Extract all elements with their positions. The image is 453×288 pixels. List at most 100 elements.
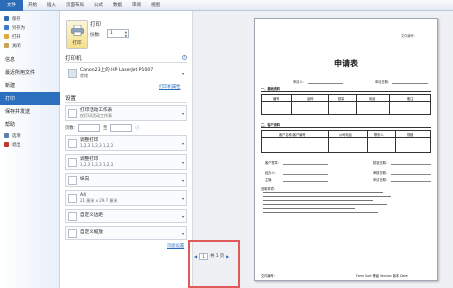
nav-options-label: 选项	[12, 133, 21, 139]
nav-exit[interactable]: 退出	[0, 140, 59, 149]
next-page-icon[interactable]: ▶	[226, 254, 229, 259]
printer-properties-link[interactable]: 打印机属性	[159, 84, 180, 90]
chevron-down-icon: ▾	[181, 230, 184, 236]
rule	[261, 127, 431, 128]
note-line	[263, 196, 391, 197]
scaling-value: 自定义缩放	[80, 230, 103, 236]
nav-save-label: 保存	[12, 16, 21, 22]
apply-date-label: 申请日期:	[375, 80, 389, 84]
options-icon	[4, 133, 9, 138]
divider	[65, 102, 187, 103]
print-what-desc: 仅打印活动工作表	[80, 113, 112, 118]
col-header: 备注	[407, 97, 414, 101]
nav-save[interactable]: 保存	[0, 14, 59, 23]
page-setup-link[interactable]: 页面设置	[167, 243, 184, 249]
chevron-down-icon: ▾	[181, 213, 184, 219]
nav-save-as[interactable]: 另存为	[0, 23, 59, 32]
note-line	[263, 212, 378, 213]
nav-new[interactable]: 新建	[0, 79, 59, 92]
nav-print[interactable]: 打印	[0, 92, 60, 105]
nav-options[interactable]: 选项	[0, 131, 59, 140]
nav-help[interactable]: 帮助	[0, 118, 59, 131]
nav-recent[interactable]: 最近所用文件	[0, 66, 59, 79]
tab-insert[interactable]: 插入	[42, 0, 61, 11]
collate-order-icon	[68, 157, 77, 167]
print-button[interactable]: 打印	[66, 20, 88, 49]
col-header: 数量	[338, 97, 345, 101]
orientation-dropdown[interactable]: 纵向 ▾	[65, 173, 187, 187]
sig-label: 客户签章:	[265, 161, 279, 165]
collate-order-dropdown[interactable]: 调整打印 1,2,3 1,2,3 1,2,3 ▾	[65, 154, 187, 170]
prev-page-icon[interactable]: ◀	[194, 254, 197, 259]
scaling-dropdown[interactable]: 自定义缩放 ▾	[65, 226, 187, 240]
save-icon	[4, 16, 9, 21]
tab-formulas[interactable]: 公式	[89, 0, 108, 11]
margins-dropdown[interactable]: 自定义边距 ▾	[65, 209, 187, 223]
current-page-input[interactable]: 1	[199, 252, 209, 260]
collate-dropdown[interactable]: 调整打印 1,2,3 1,2,3 1,2,3 ▾	[65, 135, 187, 151]
underline	[391, 164, 431, 165]
chevron-down-icon: ▾	[181, 159, 184, 165]
table-col-line	[328, 130, 329, 153]
page-navigator: ◀ 1 共 1 页 ▶	[194, 252, 238, 260]
sig-label: 核准日期:	[373, 161, 387, 165]
table-col-line	[328, 94, 329, 115]
printer-dropdown[interactable]: Canon23上的 HP LaserJet P1007 就绪 ▾	[65, 65, 187, 81]
excel-backstage-print: 文件 开始 插入 页面布局 公式 数据 审阅 视图 保存 另存为 打开 关闭 信…	[0, 0, 453, 288]
tab-data[interactable]: 数据	[108, 0, 127, 11]
backstage-nav: 保存 另存为 打开 关闭 信息 最近所用文件 新建 打印 保存并发送 帮助 选项…	[0, 11, 60, 288]
info-icon[interactable]: i	[182, 55, 187, 60]
tab-view[interactable]: 视图	[146, 0, 165, 11]
info-icon[interactable]: ⓘ	[135, 125, 139, 131]
underline	[391, 174, 431, 175]
worksheet-icon	[68, 108, 77, 118]
copies-input[interactable]: 1 ▲ ▼	[107, 29, 129, 38]
nav-close[interactable]: 关闭	[0, 41, 59, 50]
nav-close-label: 关闭	[12, 43, 21, 49]
pages-label: 页数:	[65, 125, 76, 131]
tab-page-layout[interactable]: 页面布局	[61, 0, 89, 11]
table-col-line	[356, 94, 357, 115]
divider	[65, 62, 187, 63]
table-col-line	[367, 130, 368, 153]
document-title: 申请表	[334, 58, 358, 68]
collate-icon	[68, 138, 77, 148]
tab-review[interactable]: 审阅	[127, 0, 146, 11]
footer-right: Form Sort 等级 Version 版本 Date	[356, 274, 408, 278]
table-row-line	[261, 137, 431, 138]
pages-row: 页数: 至 ⓘ	[65, 123, 187, 132]
nav-save-send[interactable]: 保存并发送	[0, 105, 59, 118]
underline	[283, 181, 328, 182]
col-header: 客户名称/客户编号	[279, 133, 306, 137]
printer-small-icon	[68, 68, 77, 78]
printer-status: 就绪	[80, 73, 88, 78]
paper-size-dropdown[interactable]: A4 21 厘米 x 29.7 厘米 ▾	[65, 190, 187, 206]
margins-value: 自定义边距	[80, 213, 103, 219]
print-button-label: 打印	[72, 41, 82, 46]
pages-to-input[interactable]	[110, 123, 133, 132]
tab-home[interactable]: 开始	[23, 0, 42, 11]
print-title: 打印	[90, 22, 102, 28]
scaling-icon	[68, 228, 77, 238]
nav-open[interactable]: 打开	[0, 32, 59, 41]
copies-spinner-icon[interactable]: ▲ ▼	[125, 30, 127, 38]
tab-file[interactable]: 文件	[0, 0, 23, 11]
applicant-label: 申请人:	[293, 80, 304, 84]
col-header: 编号	[273, 97, 280, 101]
print-what-dropdown[interactable]: 打印活动工作表 仅打印活动工作表 ▾	[65, 105, 187, 121]
preview-page: 文件编号: 申请表 申请人: 申请日期: 一、基础资料 编号 品种 数量 用途 …	[254, 18, 438, 281]
collate-order-desc: 1,2,3 1,2,3 1,2,3	[80, 162, 114, 167]
chevron-down-icon: ▾	[181, 110, 184, 116]
pages-from-input[interactable]	[78, 123, 101, 132]
paper-size-desc: 21 厘米 x 29.7 厘米	[80, 198, 118, 203]
page-navigator-highlight: ◀ 1 共 1 页 ▶	[188, 240, 240, 288]
nav-exit-label: 退出	[12, 142, 21, 148]
print-settings-panel: 打印 打印 份数: 1 ▲ ▼ 打印机 i Canon23上的 HP LaserJ…	[61, 11, 191, 288]
nav-save-as-label: 另存为	[12, 25, 25, 31]
sig-label: 经办人:	[265, 171, 276, 175]
table-col-line	[389, 94, 390, 115]
col-header: 品种	[307, 97, 314, 101]
nav-info[interactable]: 信息	[0, 53, 59, 66]
note-line	[263, 208, 355, 209]
chevron-down-icon: ▾	[181, 177, 184, 183]
